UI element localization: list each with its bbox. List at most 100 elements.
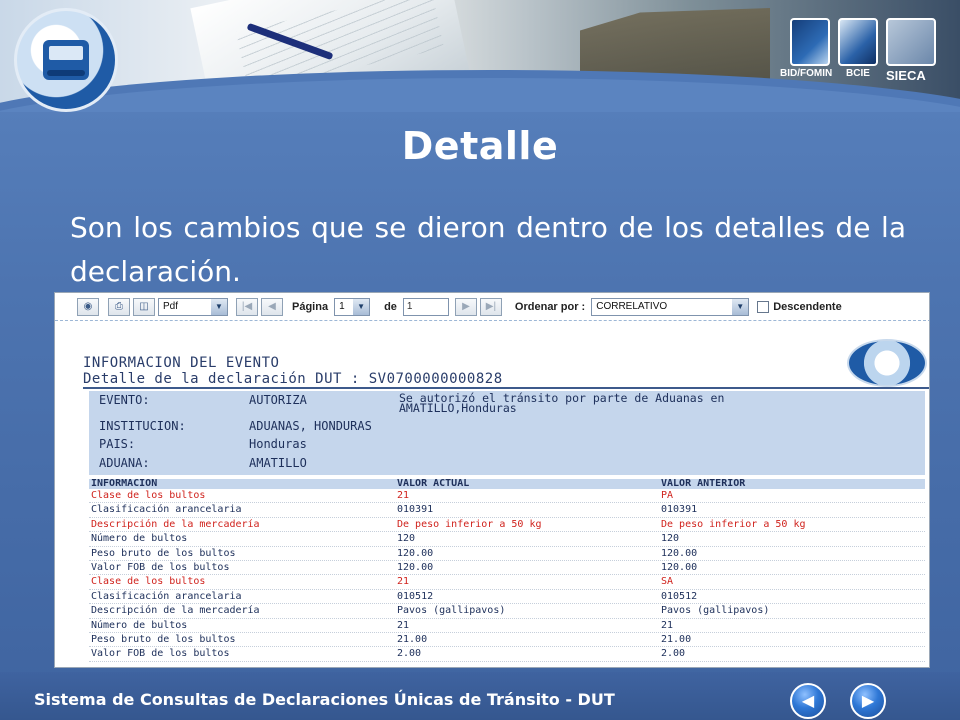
table-row: Clasificación arancelaria 010391 010391 — [89, 503, 925, 518]
table-row: Valor FOB de los bultos 2.00 2.00 — [89, 647, 925, 662]
table-cell-previous: 21.00 — [661, 633, 692, 645]
changes-table-body: Clase de los bultos 21 PA Clasificación ara… — [89, 489, 925, 662]
table-cell-info: Clasificación arancelaria — [91, 504, 242, 516]
customs-row: ADUANA: AMATILLO — [99, 456, 307, 470]
next-page-icon[interactable]: ▶ — [454, 297, 477, 316]
table-cell-current: 120.00 — [397, 561, 434, 573]
institution-value: ADUANAS, HONDURAS — [249, 419, 372, 433]
column-header-current: VALOR ACTUAL — [397, 478, 470, 489]
table-row: Número de bultos 21 21 — [89, 619, 925, 633]
table-cell-previous: PA — [661, 490, 674, 501]
institution-label: INSTITUCION: — [99, 419, 186, 433]
prev-page-icon[interactable]: ◀ — [261, 297, 283, 316]
sort-label: Ordenar por : — [514, 300, 586, 313]
page-select-value: 1 — [339, 300, 345, 312]
customs-label: ADUANA: — [99, 456, 150, 470]
sort-select-value: CORRELATIVO — [596, 300, 668, 312]
table-cell-previous: 2.00 — [661, 648, 686, 660]
sponsor-label-sieca: SIECA — [886, 68, 926, 83]
table-cell-current: 21.00 — [397, 633, 428, 645]
table-row: Peso bruto de los bultos 21.00 21.00 — [89, 633, 925, 648]
event-row: EVENTO: AUTORIZA Se autorizó el tránsito… — [99, 392, 829, 415]
table-row: Clasificación arancelaria 010512 010512 — [89, 590, 925, 605]
chevron-left-icon: ◀ — [801, 693, 815, 710]
bcie-logo — [838, 18, 878, 66]
table-cell-current: 21 — [397, 490, 410, 501]
event-label: EVENTO: — [99, 393, 150, 407]
table-cell-current: Pavos (gallipavos) — [397, 605, 506, 617]
next-slide-button[interactable]: ▶ — [850, 683, 886, 719]
table-cell-current: De peso inferior a 50 kg — [397, 518, 542, 530]
table-row: Clase de los bultos 21 SA — [89, 575, 925, 590]
table-cell-current: 2.00 — [397, 648, 422, 660]
heading-divider — [83, 387, 929, 389]
table-cell-current: 120 — [397, 533, 416, 545]
event-heading-title: INFORMACION DEL EVENTO — [83, 355, 280, 371]
previous-slide-button[interactable]: ◀ — [790, 683, 826, 719]
sieca-logo — [886, 18, 936, 66]
report-toolbar: ◉ ⎙ ◫ Pdf ▼ |◀ ◀ Página 1 ▼ de 1 ▶ ▶| Or… — [55, 293, 929, 321]
sponsor-label-bcie: BCIE — [846, 68, 870, 79]
table-cell-current: 010512 — [397, 590, 434, 602]
of-label: de — [384, 300, 397, 313]
footer-title: Sistema de Consultas de Declaraciones Ún… — [34, 690, 615, 709]
table-cell-current: 21 — [397, 619, 410, 631]
table-cell-info: Descripción de la mercadería — [91, 605, 260, 617]
table-cell-info: Clase de los bultos — [91, 490, 206, 501]
descending-checkbox[interactable] — [757, 300, 770, 313]
chevron-down-icon: ▼ — [353, 298, 370, 315]
sort-select[interactable]: CORRELATIVO ▼ — [591, 297, 750, 316]
program-logo — [14, 8, 118, 112]
table-cell-info: Clasificación arancelaria — [91, 590, 242, 602]
page-label: Página — [292, 300, 329, 313]
last-page-icon[interactable]: ▶| — [479, 297, 502, 316]
report-viewer: ◉ ⎙ ◫ Pdf ▼ |◀ ◀ Página 1 ▼ de 1 ▶ ▶| Or… — [54, 292, 930, 668]
table-cell-info: Número de bultos — [91, 533, 188, 545]
event-value: AUTORIZA — [249, 393, 307, 407]
table-cell-current: 010391 — [397, 504, 434, 516]
country-value: Honduras — [249, 437, 307, 451]
chevron-right-icon: ▶ — [861, 693, 875, 710]
table-cell-previous: 120.00 — [661, 547, 698, 559]
table-cell-info: Peso bruto de los bultos — [91, 547, 236, 559]
binoculars-icon[interactable]: ◉ — [77, 297, 99, 316]
table-row: Valor FOB de los bultos 120.00 120.00 — [89, 561, 925, 576]
table-cell-previous: 120 — [661, 533, 680, 545]
chevron-down-icon: ▼ — [732, 298, 749, 315]
format-select[interactable]: Pdf ▼ — [158, 297, 228, 316]
event-note-line2: AMATILLO,Honduras — [399, 401, 517, 415]
table-row: Número de bultos 120 120 — [89, 532, 925, 547]
table-cell-previous: 010512 — [661, 590, 698, 602]
customs-value: AMATILLO — [249, 456, 307, 470]
chevron-down-icon: ▼ — [211, 298, 227, 315]
country-row: PAIS: Honduras — [99, 437, 307, 451]
table-cell-info: Clase de los bultos — [91, 576, 206, 588]
institution-row: INSTITUCION: ADUANAS, HONDURAS — [99, 419, 372, 433]
table-cell-previous: Pavos (gallipavos) — [661, 605, 770, 617]
event-heading: INFORMACION DEL EVENTO Detalle de la dec… — [83, 355, 503, 387]
sponsor-label-bid: BID/FOMIN — [780, 68, 833, 79]
table-row: Descripción de la mercadería De peso infe… — [89, 518, 925, 533]
table-cell-info: Valor FOB de los bultos — [91, 561, 230, 573]
table-cell-current: 21 — [397, 576, 410, 588]
table-row: Clase de los bultos 21 PA — [89, 489, 925, 504]
event-heading-declaration: Detalle de la declaración DUT : SV070000… — [83, 371, 503, 387]
print-icon[interactable]: ⎙ — [108, 297, 130, 316]
table-row: Descripción de la mercadería Pavos (galli… — [89, 604, 925, 619]
table-cell-previous: De peso inferior a 50 kg — [661, 518, 806, 530]
descending-label: Descendente — [773, 300, 842, 313]
table-cell-info: Valor FOB de los bultos — [91, 648, 230, 660]
format-select-value: Pdf — [163, 300, 179, 312]
export-icon[interactable]: ◫ — [133, 297, 155, 316]
first-page-icon[interactable]: |◀ — [236, 297, 258, 316]
table-row: Peso bruto de los bultos 120.00 120.00 — [89, 547, 925, 561]
event-info-box: EVENTO: AUTORIZA Se autorizó el tránsito… — [89, 391, 925, 475]
table-cell-info: Número de bultos — [91, 619, 188, 631]
slide-title: Detalle — [401, 124, 559, 168]
truck-icon — [43, 40, 89, 80]
table-cell-previous: 010391 — [661, 504, 698, 516]
table-cell-info: Descripción de la mercadería — [91, 518, 260, 530]
table-cell-info: Peso bruto de los bultos — [91, 633, 236, 645]
total-pages-field[interactable]: 1 — [402, 297, 449, 316]
page-select[interactable]: 1 ▼ — [334, 297, 371, 316]
